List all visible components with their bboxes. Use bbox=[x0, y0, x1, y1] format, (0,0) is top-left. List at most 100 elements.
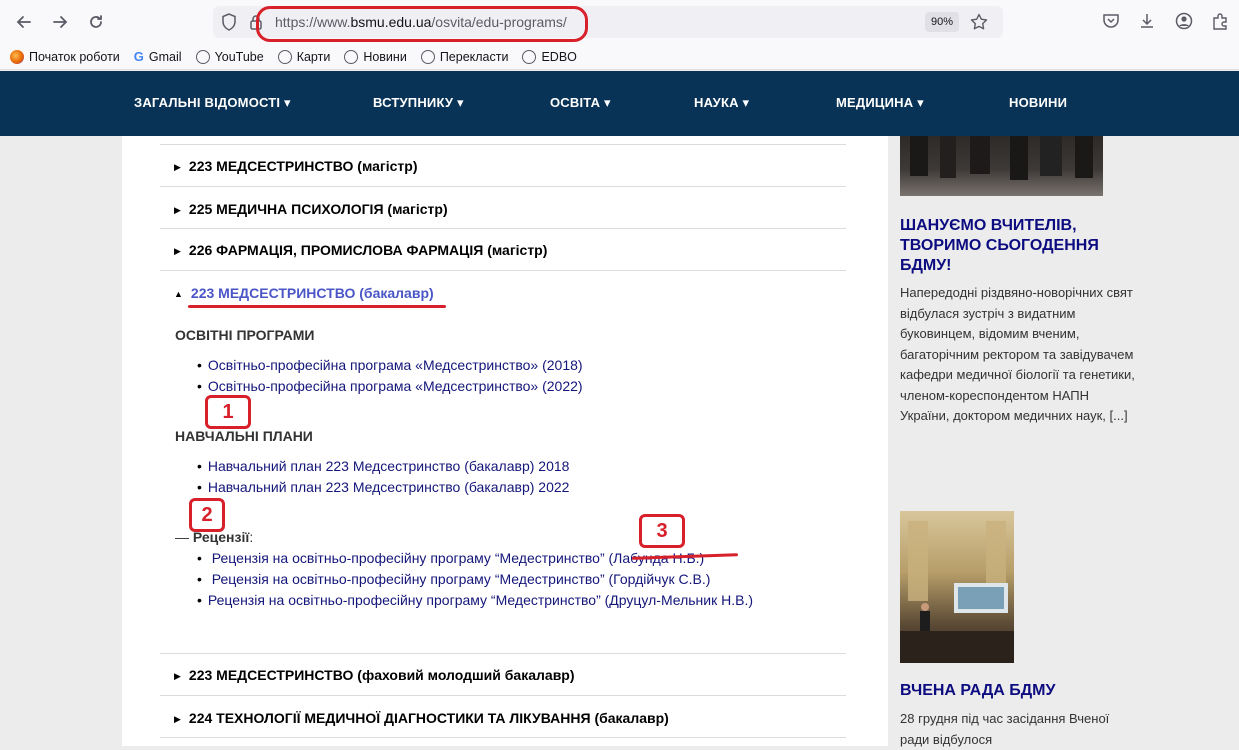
annotation-marker-2: 2 bbox=[189, 498, 225, 532]
accordion-title-suffix: (бакалавр) bbox=[594, 710, 669, 726]
bullet: • bbox=[197, 571, 202, 587]
link-text: Рецензія на освітньо-професійну програму… bbox=[211, 550, 705, 566]
bookmark-label: Gmail bbox=[148, 49, 182, 64]
bullet: • bbox=[197, 378, 202, 394]
bookmark-label: Перекласти bbox=[439, 49, 509, 64]
bullet: • bbox=[197, 592, 202, 608]
bookmark-maps[interactable]: Карти bbox=[277, 49, 330, 64]
link-text: Навчальний план 223 Медсестринство (бака… bbox=[207, 458, 570, 474]
globe-icon bbox=[522, 49, 537, 64]
programs-heading: ОСВІТНІ ПРОГРАМИ bbox=[175, 327, 315, 343]
nav-general-info[interactable]: ЗАГАЛЬНІ ВІДОМОСТІ ▾ bbox=[134, 95, 291, 111]
nav-news[interactable]: НОВИНИ bbox=[1009, 95, 1067, 110]
bookmark-translate[interactable]: Перекласти bbox=[420, 49, 509, 64]
plans-heading: НАВЧАЛЬНІ ПЛАНИ bbox=[175, 428, 313, 444]
review-link-hordiichuk[interactable]: • Рецензія на освітньо-професійну програ… bbox=[197, 571, 710, 587]
news-excerpt-1: Напередодні різдвяно-новорічних свят від… bbox=[900, 285, 1135, 423]
news-excerpt-2: 28 грудня під час засідання Вченої ради … bbox=[900, 711, 1110, 747]
accordion-title-suffix: (магістр) bbox=[357, 158, 418, 174]
nav-science[interactable]: НАУКА ▾ bbox=[694, 95, 749, 111]
program-link-2018[interactable]: • Освітньо-професійна програма «Медсестри… bbox=[197, 357, 583, 373]
news-title-2[interactable]: ВЧЕНА РАДА БДМУ bbox=[900, 681, 1120, 701]
link-text: Рецензія на освітньо-професійну програму… bbox=[211, 571, 711, 587]
accordion-title: ▶ 223 МЕДСЕСТРИНСТВО (фаховий молодший ба… bbox=[174, 667, 575, 683]
reload-icon[interactable] bbox=[78, 4, 114, 40]
download-icon[interactable] bbox=[1138, 12, 1156, 35]
caret-right-icon: ▶ bbox=[174, 670, 181, 681]
program-link-2022[interactable]: • Освітньо-професійна програма «Медсестри… bbox=[197, 378, 583, 394]
nav-applicants[interactable]: ВСТУПНИКУ ▾ bbox=[373, 95, 464, 111]
accordion-title-suffix: (фаховий молодший бакалавр) bbox=[357, 667, 575, 683]
title-underline-annotation bbox=[188, 305, 446, 308]
plan-link-2022[interactable]: • Навчальний план 223 Медсестринство (бак… bbox=[197, 479, 569, 495]
accordion-title-main: 223 МЕДСЕСТРИНСТВО (бакалавр) bbox=[190, 285, 434, 301]
news-image-2[interactable] bbox=[900, 511, 1014, 663]
plan-link-2018[interactable]: • Навчальний план 223 Медсестринство (бак… bbox=[197, 458, 569, 474]
bookmark-label: YouTube bbox=[214, 49, 264, 64]
link-text: Освітньо-професійна програма «Медсестрин… bbox=[207, 357, 583, 373]
accordion-title-main: 223 МЕДСЕСТРИНСТВО bbox=[188, 158, 354, 174]
news-title-1[interactable]: ШАНУЄМО ВЧИТЕЛІВ, ТВОРИМО СЬОГОДЕННЯ БДМ… bbox=[900, 216, 1120, 276]
browser-toolbar: https://www.bsmu.edu.ua/osvita/edu-progr… bbox=[0, 0, 1239, 44]
accordion-title-main: 223 МЕДСЕСТРИНСТВО bbox=[188, 667, 354, 683]
sidebar: ШАНУЄМО ВЧИТЕЛІВ, ТВОРИМО СЬОГОДЕННЯ БДМ… bbox=[888, 136, 1239, 747]
caret-up-icon: ▲ bbox=[174, 289, 183, 300]
annotation-marker-3: 3 bbox=[639, 514, 685, 548]
bookmark-star-icon[interactable] bbox=[970, 13, 988, 36]
pocket-icon[interactable] bbox=[1102, 12, 1120, 35]
back-arrow-icon[interactable] bbox=[6, 4, 42, 40]
bookmark-edbo[interactable]: EDBO bbox=[522, 49, 577, 64]
accordion-title-suffix: (магістр) bbox=[387, 201, 448, 217]
site-navigation: ЗАГАЛЬНІ ВІДОМОСТІ ▾ ВСТУПНИКУ ▾ ОСВІТА … bbox=[0, 71, 1239, 136]
bookmark-label: Початок роботи bbox=[29, 49, 120, 64]
accordion-title-main: 226 ФАРМАЦІЯ, ПРОМИСЛОВА ФАРМАЦІЯ bbox=[188, 242, 484, 258]
accordion-item-nursing-junior-bachelor[interactable]: ▶ 223 МЕДСЕСТРИНСТВО (фаховий молодший ба… bbox=[160, 653, 846, 695]
zoom-badge[interactable]: 90% bbox=[925, 12, 959, 32]
review-link-labunda[interactable]: • Рецензія на освітньо-професійну програ… bbox=[197, 550, 704, 566]
nav-education[interactable]: ОСВІТА ▾ bbox=[550, 95, 611, 111]
bookmark-news[interactable]: Новини bbox=[344, 49, 407, 64]
bookmarks-bar: Початок роботи G Gmail YouTube Карти Нов… bbox=[0, 44, 1239, 70]
forward-arrow-icon[interactable] bbox=[42, 4, 78, 40]
reviews-heading-text: Рецензії bbox=[192, 529, 250, 545]
bookmark-label: EDBO bbox=[541, 49, 577, 64]
globe-icon bbox=[195, 49, 210, 64]
accordion-title: ▶ 225 МЕДИЧНА ПСИХОЛОГІЯ (магістр) bbox=[174, 201, 448, 217]
accordion-title: ▶ 223 МЕДСЕСТРИНСТВО (магістр) bbox=[174, 158, 417, 174]
accordion-item-diagnostics-bachelor[interactable]: ▶ 224 ТЕХНОЛОГІЇ МЕДИЧНОЇ ДІАГНОСТИКИ ТА … bbox=[160, 695, 846, 737]
link-text: Освітньо-професійна програма «Медсестрин… bbox=[207, 378, 583, 394]
accordion-title: ▶ 224 ТЕХНОЛОГІЇ МЕДИЧНОЇ ДІАГНОСТИКИ ТА … bbox=[174, 710, 669, 726]
bullet: • bbox=[197, 357, 202, 373]
firefox-icon bbox=[10, 49, 24, 64]
main-content: ▶ 223 МЕДСЕСТРИНСТВО (магістр) ▶ 225 МЕДИЧ… bbox=[122, 136, 888, 746]
accordion-title-suffix: (магістр) bbox=[487, 242, 548, 258]
reviews-heading: — Рецензії: bbox=[175, 529, 253, 545]
news-image-1[interactable] bbox=[900, 136, 1103, 196]
google-icon: G bbox=[133, 49, 144, 64]
caret-right-icon: ▶ bbox=[174, 713, 181, 724]
extensions-icon[interactable] bbox=[1211, 12, 1229, 35]
annotation-marker-1: 1 bbox=[205, 395, 251, 429]
reviews-colon: : bbox=[249, 529, 254, 545]
bullet: • bbox=[197, 550, 202, 566]
accordion-item-psychology-master[interactable]: ▶ 225 МЕДИЧНА ПСИХОЛОГІЯ (магістр) bbox=[160, 186, 846, 228]
accordion-title-main: 224 ТЕХНОЛОГІЇ МЕДИЧНОЇ ДІАГНОСТИКИ ТА Л… bbox=[188, 710, 591, 726]
caret-right-icon: ▶ bbox=[174, 204, 181, 215]
accordion-item-pharmacy-master[interactable]: ▶ 226 ФАРМАЦІЯ, ПРОМИСЛОВА ФАРМАЦІЯ (магі… bbox=[160, 228, 846, 270]
shield-icon[interactable] bbox=[221, 13, 237, 36]
review-link-drutsul[interactable]: • Рецензія на освітньо-професійну програм… bbox=[197, 592, 753, 608]
reviews-prefix: — bbox=[175, 529, 193, 545]
link-text: Навчальний план 223 Медсестринство (бака… bbox=[207, 479, 570, 495]
nav-medicine[interactable]: МЕДИЦИНА ▾ bbox=[836, 95, 924, 111]
accordion-open-title[interactable]: ▲ 223 МЕДСЕСТРИНСТВО (бакалавр) bbox=[174, 285, 434, 301]
bookmark-getting-started[interactable]: Початок роботи bbox=[10, 49, 120, 64]
bookmark-gmail[interactable]: G Gmail bbox=[134, 49, 182, 64]
link-text: Рецензія на освітньо-професійну програму… bbox=[207, 592, 754, 608]
accordion-title: ▶ 226 ФАРМАЦІЯ, ПРОМИСЛОВА ФАРМАЦІЯ (магі… bbox=[174, 242, 547, 258]
globe-icon bbox=[344, 49, 359, 64]
account-icon[interactable] bbox=[1175, 12, 1193, 35]
caret-right-icon: ▶ bbox=[174, 245, 181, 256]
accordion-item-nursing-master[interactable]: ▶ 223 МЕДСЕСТРИНСТВО (магістр) bbox=[160, 144, 846, 186]
globe-icon bbox=[420, 49, 435, 64]
bookmark-youtube[interactable]: YouTube bbox=[195, 49, 264, 64]
